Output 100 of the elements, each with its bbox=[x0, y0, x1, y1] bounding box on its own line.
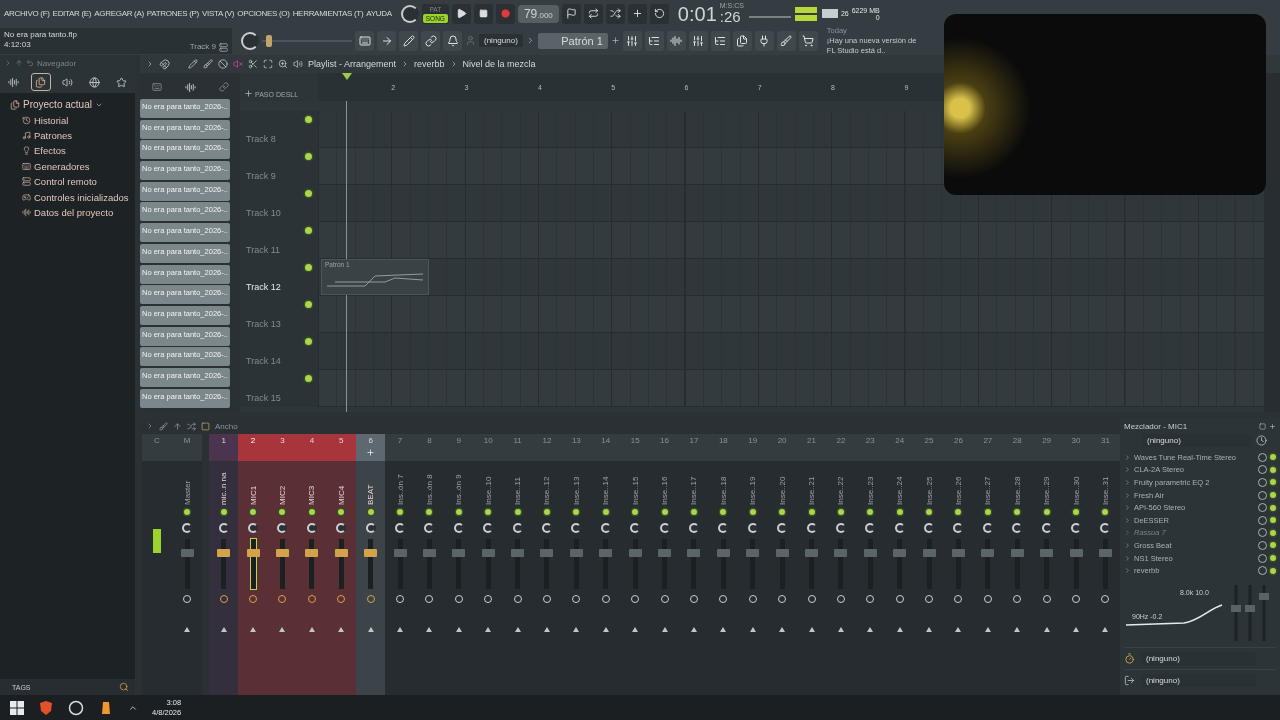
link-button[interactable] bbox=[421, 30, 440, 51]
send-selector[interactable]: (ninguno) bbox=[1141, 673, 1256, 687]
pan-knob[interactable] bbox=[1071, 523, 1081, 533]
route-arrow[interactable] bbox=[485, 627, 492, 632]
scissors-icon[interactable] bbox=[248, 59, 258, 69]
channel-header[interactable]: 5 bbox=[326, 434, 356, 461]
shuffle-button[interactable] bbox=[605, 3, 625, 24]
pan-knob[interactable] bbox=[218, 523, 229, 533]
pencil-icon[interactable] bbox=[188, 59, 198, 69]
route-arrow[interactable] bbox=[837, 627, 844, 632]
timer-icon[interactable] bbox=[1124, 652, 1135, 664]
send-dot[interactable] bbox=[1073, 509, 1079, 515]
pan-knob[interactable] bbox=[924, 523, 935, 533]
pan-knob[interactable] bbox=[1041, 523, 1052, 533]
circle-app-icon[interactable] bbox=[68, 699, 84, 716]
pan-knob[interactable] bbox=[630, 523, 641, 533]
route-arrow[interactable] bbox=[984, 627, 991, 632]
pan-knob[interactable] bbox=[483, 523, 494, 533]
brush-icon[interactable] bbox=[203, 59, 213, 69]
volume-knob[interactable] bbox=[241, 31, 259, 50]
send-dot[interactable] bbox=[867, 509, 874, 515]
channel-header[interactable]: 22 bbox=[826, 434, 856, 461]
magnet-icon[interactable] bbox=[159, 58, 170, 70]
slot-enable-dot[interactable] bbox=[1270, 517, 1276, 524]
route-arrow[interactable] bbox=[184, 627, 190, 632]
plug-button[interactable] bbox=[754, 30, 774, 51]
send-dot[interactable] bbox=[984, 509, 991, 515]
plus-icon[interactable] bbox=[610, 36, 620, 45]
route-arrow[interactable] bbox=[1043, 627, 1050, 632]
pan-knob[interactable] bbox=[182, 523, 192, 533]
ban-icon[interactable] bbox=[218, 59, 228, 69]
pattern-selector[interactable]: Patrón 1 bbox=[537, 32, 608, 49]
send-dot[interactable] bbox=[367, 509, 374, 515]
tree-item[interactable]: Efectos bbox=[10, 143, 135, 159]
route-arrow[interactable] bbox=[808, 627, 815, 632]
send-dot[interactable] bbox=[690, 509, 697, 515]
link-icon[interactable] bbox=[218, 82, 229, 92]
route-arrow[interactable] bbox=[926, 627, 933, 632]
tempo-field[interactable]: 79.000 bbox=[517, 4, 559, 23]
channel-header[interactable]: 11 bbox=[502, 434, 533, 461]
tree-button[interactable] bbox=[644, 30, 664, 51]
send-dot[interactable] bbox=[220, 509, 227, 515]
track-enable-dot[interactable] bbox=[305, 153, 312, 160]
channel-header[interactable]: 19 bbox=[738, 434, 768, 461]
channel-header[interactable]: 13 bbox=[561, 434, 592, 461]
track-name[interactable]: Track 14 bbox=[246, 356, 281, 366]
channel-header[interactable]: 30 bbox=[1061, 434, 1091, 461]
start-icon[interactable] bbox=[10, 700, 24, 715]
send-dot[interactable] bbox=[602, 509, 609, 515]
channel-header[interactable]: 3 bbox=[267, 434, 298, 461]
route-arrow[interactable] bbox=[779, 627, 786, 632]
track-enable-dot[interactable] bbox=[305, 338, 312, 345]
send-dot[interactable] bbox=[808, 509, 815, 515]
channel-header[interactable]: 15 bbox=[620, 434, 650, 461]
upload-icon[interactable] bbox=[173, 421, 182, 431]
send-dot[interactable] bbox=[426, 509, 433, 515]
send-dot[interactable] bbox=[250, 509, 257, 515]
project-tab[interactable] bbox=[30, 73, 51, 91]
tree-item[interactable]: Proyecto actual bbox=[10, 97, 135, 113]
channel-header[interactable]: C bbox=[142, 434, 172, 461]
send-dot[interactable] bbox=[184, 509, 190, 515]
pan-knob[interactable] bbox=[424, 523, 435, 533]
select-icon[interactable] bbox=[263, 59, 273, 69]
track-name[interactable]: Track 15 bbox=[246, 393, 281, 403]
pan-knob[interactable] bbox=[600, 523, 611, 533]
tree-item[interactable]: Historial bbox=[10, 112, 135, 128]
pan-knob[interactable] bbox=[894, 523, 905, 533]
send-dot[interactable] bbox=[397, 509, 404, 515]
send-selector[interactable]: (ninguno) bbox=[1141, 651, 1256, 665]
send-dot[interactable] bbox=[485, 509, 492, 515]
playhead-marker[interactable] bbox=[342, 73, 352, 80]
pitch-knob[interactable] bbox=[400, 4, 419, 23]
send-dot[interactable] bbox=[338, 509, 345, 515]
pan-knob[interactable] bbox=[1100, 523, 1111, 533]
channel-header[interactable]: 29 bbox=[1031, 434, 1062, 461]
maximize-icon[interactable] bbox=[1259, 422, 1266, 430]
channel-header[interactable]: 4 bbox=[297, 434, 327, 461]
square-icon[interactable] bbox=[201, 421, 210, 431]
tree-item[interactable]: Generadores bbox=[10, 158, 135, 174]
play-button[interactable] bbox=[451, 3, 471, 24]
pan-knob[interactable] bbox=[277, 523, 288, 533]
send-dot[interactable] bbox=[779, 509, 786, 515]
track-enable-dot[interactable] bbox=[305, 190, 312, 197]
tree-item[interactable]: Datos del proyecto bbox=[10, 204, 135, 221]
add-button[interactable] bbox=[627, 3, 647, 24]
channel-header[interactable]: 16 bbox=[649, 434, 680, 461]
send-dot[interactable] bbox=[1102, 509, 1109, 515]
cart-button[interactable] bbox=[798, 30, 818, 51]
send-dot[interactable] bbox=[926, 509, 933, 515]
channel-header[interactable]: 31 bbox=[1090, 434, 1121, 461]
breadcrumb-item[interactable]: reverbb bbox=[414, 59, 445, 69]
pan-knob[interactable] bbox=[982, 523, 993, 533]
route-arrow[interactable] bbox=[514, 627, 521, 632]
slot-enable-dot[interactable] bbox=[1270, 454, 1276, 461]
pan-knob[interactable] bbox=[571, 523, 582, 533]
channel-header[interactable]: 1 bbox=[209, 434, 239, 461]
pan-knob[interactable] bbox=[953, 523, 964, 533]
track-enable-dot[interactable] bbox=[305, 301, 312, 308]
pan-knob[interactable] bbox=[542, 523, 552, 533]
channel-header[interactable]: 26 bbox=[943, 434, 974, 461]
